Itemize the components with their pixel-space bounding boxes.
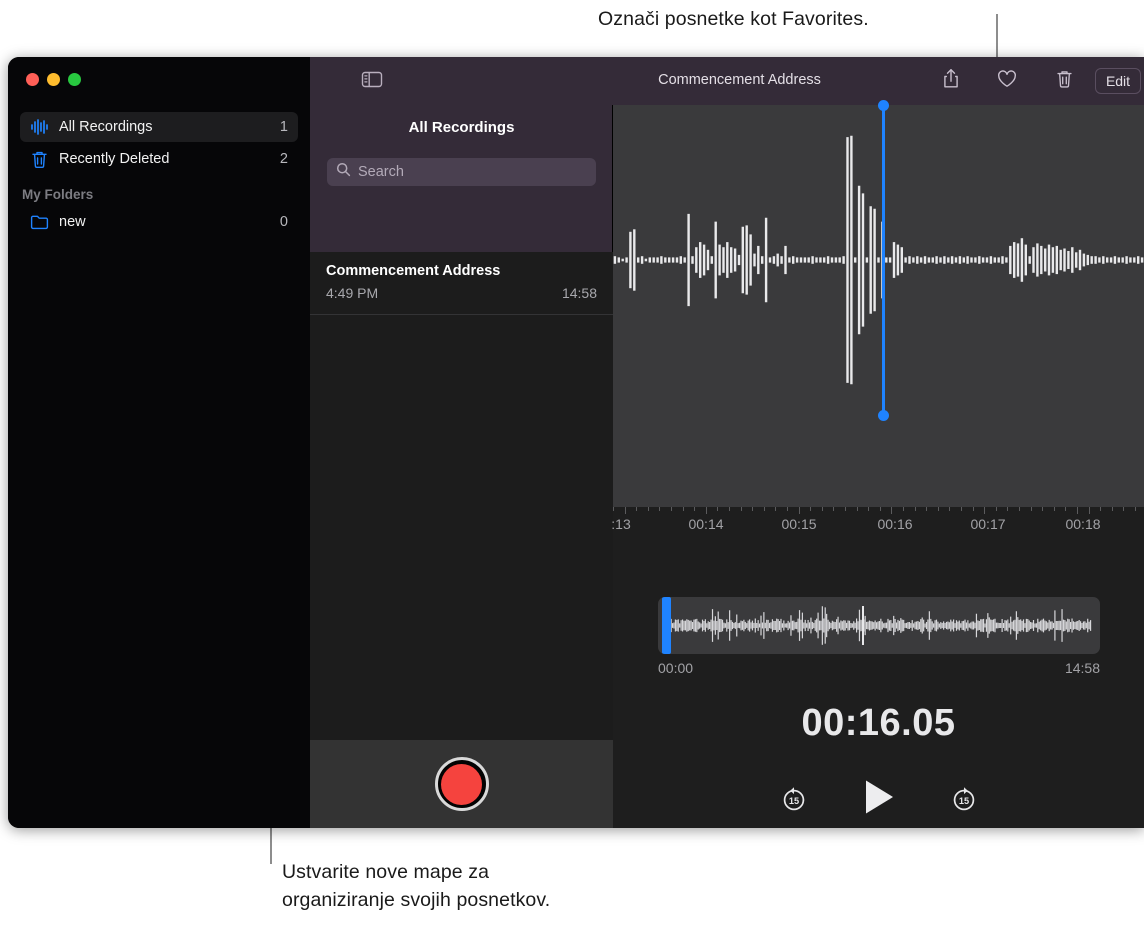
delete-button[interactable] bbox=[1051, 69, 1077, 93]
skip-forward-label: 15 bbox=[958, 796, 968, 806]
sidebar-item-count: 2 bbox=[279, 151, 288, 167]
window-controls bbox=[26, 73, 81, 86]
recording-duration: 14:58 bbox=[561, 285, 597, 301]
document-title: Commencement Address bbox=[658, 72, 821, 88]
play-icon bbox=[861, 777, 897, 822]
waveform-icon bbox=[28, 117, 50, 137]
playhead-line[interactable] bbox=[882, 105, 885, 415]
overview-playhead[interactable] bbox=[662, 597, 671, 654]
timeline-ruler[interactable]: :13 00:14 00:15 00:16 00:17 00:18 bbox=[611, 507, 1144, 549]
search-icon bbox=[336, 162, 351, 182]
ruler-label: 00:15 bbox=[781, 516, 817, 532]
share-icon bbox=[942, 68, 960, 94]
detail-pane: Commencement Address Edit:13 00:14 00:1… bbox=[336, 57, 1144, 828]
share-button[interactable] bbox=[938, 69, 964, 93]
heart-icon bbox=[997, 69, 1017, 93]
screenshot-root: Označi posnetke kot Favorites. Ustvarite… bbox=[0, 0, 1144, 928]
folder-icon bbox=[28, 212, 50, 232]
overview-marker bbox=[862, 606, 864, 645]
ruler-label: :13 bbox=[611, 516, 631, 532]
sidebar-item-label: All Recordings bbox=[59, 119, 153, 135]
callout-new-folder-tick bbox=[270, 852, 272, 864]
recording-time: 4:49 PM bbox=[326, 285, 379, 301]
search-input[interactable]: Search bbox=[327, 158, 596, 186]
sidebar: All Recordings 1 Recently Deleted 2 My F… bbox=[8, 57, 310, 828]
record-dot-icon bbox=[441, 763, 482, 805]
sidebar-list: All Recordings 1 Recently Deleted 2 My F… bbox=[8, 112, 310, 239]
edit-button[interactable]: Edit bbox=[1095, 68, 1141, 94]
waveform-graphic bbox=[613, 135, 1144, 385]
playhead-knob-top[interactable] bbox=[878, 100, 889, 111]
recording-meta: 4:49 PM 14:58 bbox=[326, 285, 597, 301]
ruler-label: 00:17 bbox=[970, 516, 1006, 532]
recordings-list-column: All Recordings Search Commencement Addre… bbox=[310, 57, 613, 828]
skip-back-15-button[interactable]: 15 bbox=[779, 785, 809, 815]
sidebar-item-count: 1 bbox=[279, 119, 288, 135]
sidebar-item-label: new bbox=[59, 214, 86, 230]
ruler-label: 00:16 bbox=[877, 516, 913, 532]
overview-start-time: 00:00 bbox=[658, 660, 694, 676]
callout-favorites-text: Označi posnetke kot Favorites. bbox=[598, 8, 869, 30]
overview-labels: 00:00 14:58 bbox=[658, 660, 1100, 676]
overview-end-time: 14:58 bbox=[1064, 660, 1100, 676]
close-button[interactable] bbox=[26, 73, 39, 86]
playhead-knob-bottom[interactable] bbox=[878, 410, 889, 421]
skip-forward-15-button[interactable]: 15 bbox=[949, 785, 979, 815]
record-button[interactable] bbox=[434, 757, 489, 811]
overview-waveform bbox=[663, 606, 1092, 645]
toolbar: Commencement Address Edit bbox=[336, 57, 1144, 105]
overview-scrubber[interactable] bbox=[658, 597, 1100, 654]
callout-new-folder-text: Ustvarite nove mape za organiziranje svo… bbox=[282, 861, 551, 911]
sidebar-item-folder-new[interactable]: new 0 bbox=[20, 207, 298, 237]
recording-list-item[interactable]: Commencement Address 4:49 PM 14:58 bbox=[310, 252, 613, 315]
trash-icon bbox=[28, 149, 50, 169]
minimize-button[interactable] bbox=[47, 73, 60, 86]
zoom-button[interactable] bbox=[68, 73, 81, 86]
play-button[interactable] bbox=[861, 777, 897, 822]
trash-icon bbox=[1056, 69, 1073, 94]
ruler-label: 00:18 bbox=[1065, 516, 1101, 532]
transport-controls: 15 15 bbox=[613, 777, 1144, 822]
sidebar-item-label: Recently Deleted bbox=[59, 151, 170, 167]
recording-name: Commencement Address bbox=[326, 263, 501, 279]
sidebar-item-count: 0 bbox=[279, 214, 288, 230]
sidebar-section-my-folders: My Folders bbox=[22, 187, 94, 202]
ruler-label: 00:14 bbox=[688, 516, 724, 532]
recordings-list: Commencement Address 4:49 PM 14:58 bbox=[310, 252, 613, 315]
sidebar-item-all-recordings[interactable]: All Recordings 1 bbox=[20, 112, 298, 142]
current-time-display: 00:16.05 bbox=[801, 702, 956, 744]
sidebar-item-recently-deleted[interactable]: Recently Deleted 2 bbox=[20, 144, 298, 174]
recordings-list-title: All Recordings bbox=[408, 119, 515, 136]
voice-memos-window: All Recordings 1 Recently Deleted 2 My F… bbox=[8, 57, 1144, 828]
search-placeholder: Search bbox=[358, 164, 404, 180]
favorite-button[interactable] bbox=[994, 69, 1020, 93]
skip-back-label: 15 bbox=[788, 796, 798, 806]
record-bar bbox=[310, 740, 613, 828]
waveform-detail-panel[interactable] bbox=[613, 100, 1144, 507]
